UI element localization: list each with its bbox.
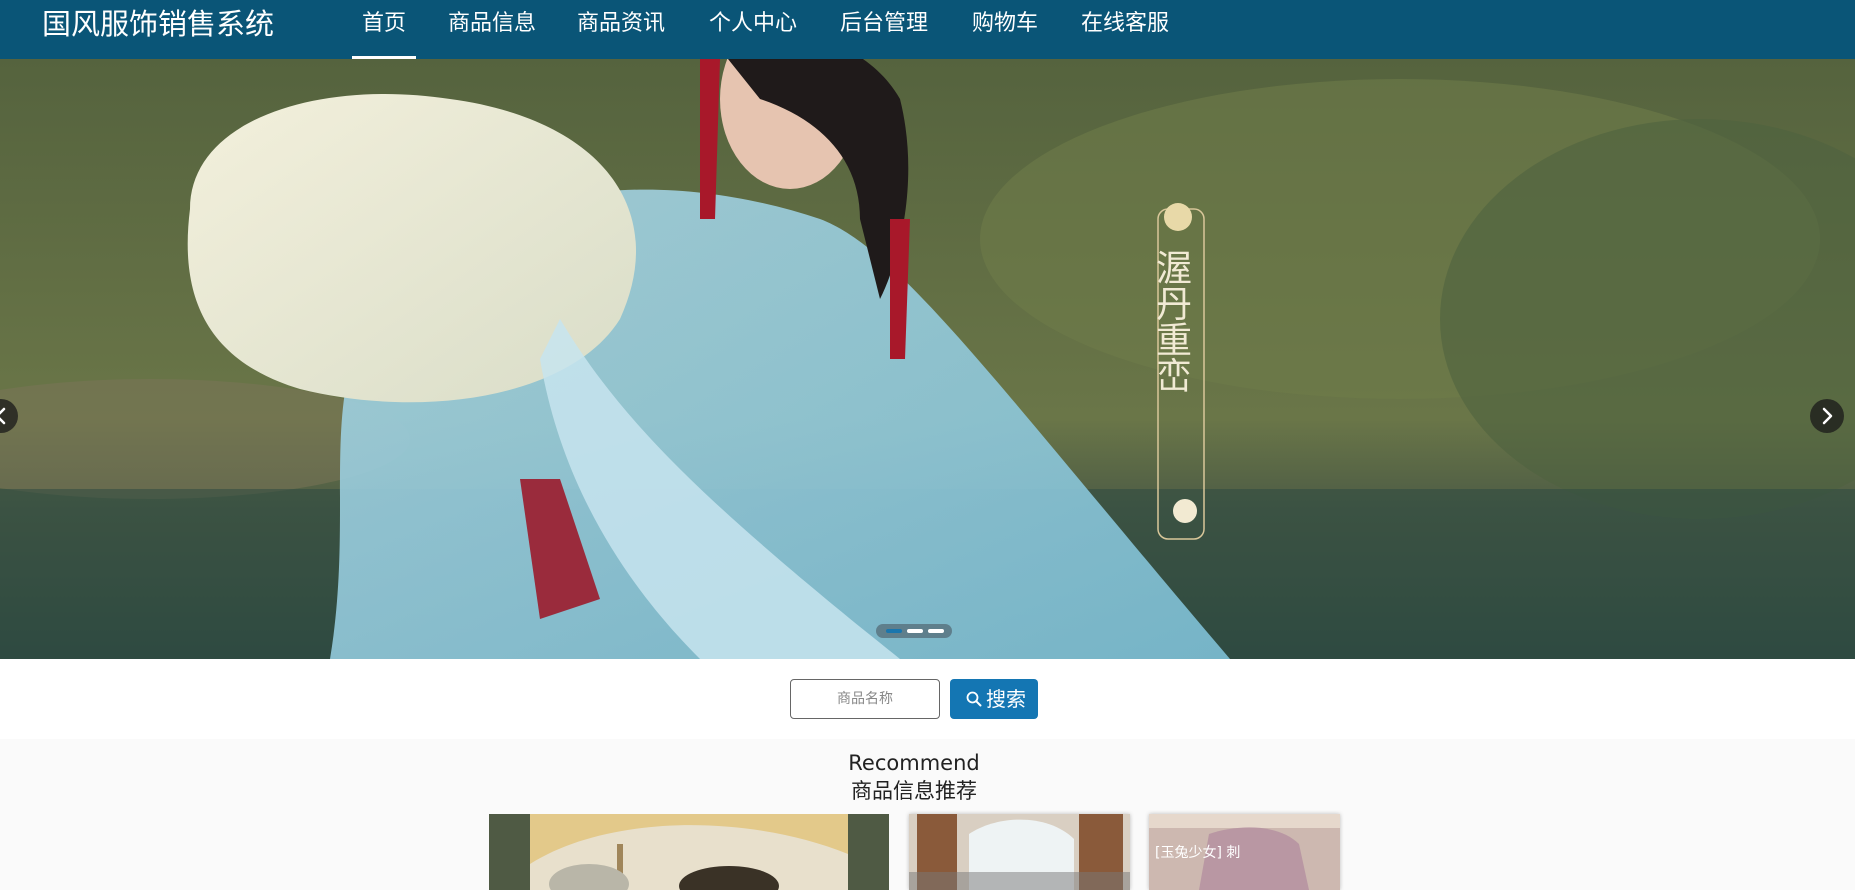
top-header: 国风服饰销售系统 首页 商品信息 商品资讯 个人中心 后台管理 购物车 在线客服 (0, 0, 1855, 59)
product-card[interactable] (489, 814, 889, 890)
nav-item-admin[interactable]: 后台管理 (839, 0, 929, 59)
nav-item-cart[interactable]: 购物车 (971, 0, 1039, 59)
search-button[interactable]: 搜索 (950, 679, 1038, 719)
search-button-label: 搜索 (986, 687, 1026, 711)
product-image (489, 814, 889, 890)
chevron-right-icon (1822, 407, 1833, 425)
nav-item-products[interactable]: 商品信息 (447, 0, 537, 59)
nav-item-home[interactable]: 首页 (352, 0, 416, 59)
banner-photo (0, 59, 1855, 659)
search-input[interactable] (790, 679, 940, 719)
site-title[interactable]: 国风服饰销售系统 (42, 6, 274, 42)
carousel-indicators (876, 624, 952, 638)
recommend-title-en: Recommend (848, 751, 980, 775)
product-image (909, 814, 1130, 890)
nav-item-profile[interactable]: 个人中心 (708, 0, 798, 59)
banner-next-button[interactable] (1810, 399, 1844, 433)
carousel-dot[interactable] (886, 629, 902, 633)
chevron-left-icon (0, 407, 6, 425)
hero-banner[interactable]: 渥丹重峦 (0, 59, 1855, 659)
search-bar: 搜索 (0, 659, 1855, 739)
search-icon (966, 691, 982, 707)
banner-prev-button[interactable] (0, 399, 18, 433)
carousel-dot[interactable] (907, 629, 923, 633)
product-caption: [玉兔少女] 刺 (1155, 845, 1241, 861)
product-card[interactable]: [玉兔少女] 刺 (1149, 814, 1340, 890)
recommend-title-cn: 商品信息推荐 (851, 779, 977, 803)
carousel-dot[interactable] (928, 629, 944, 633)
banner-vertical-title: 渥丹重峦 (1150, 249, 1191, 393)
nav-item-news[interactable]: 商品资讯 (576, 0, 666, 59)
nav-item-support[interactable]: 在线客服 (1080, 0, 1170, 59)
product-card[interactable] (909, 814, 1130, 890)
